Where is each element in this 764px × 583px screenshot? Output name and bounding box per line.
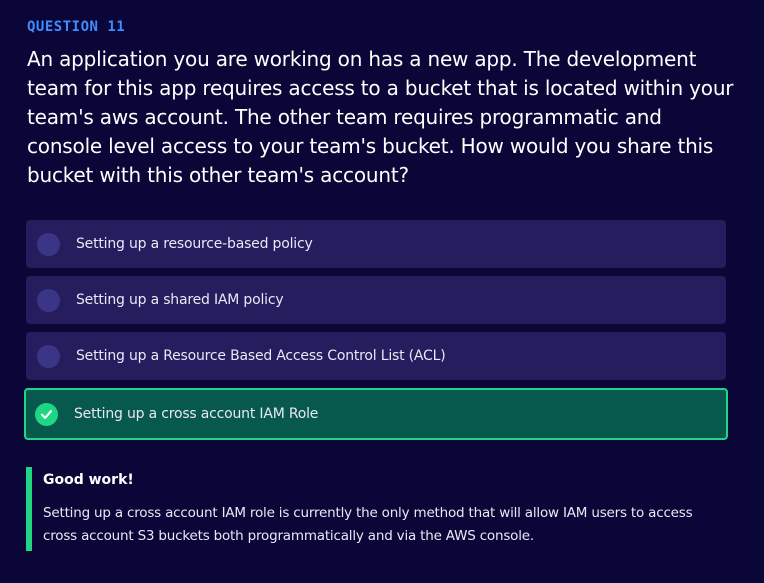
- radio-unchecked-icon: [37, 288, 60, 312]
- question-text: An application you are working on has a …: [27, 47, 734, 187]
- feedback-title: Good work!: [43, 472, 134, 488]
- feedback-panel: Good work! Setting up a cross account IA…: [26, 467, 726, 551]
- answer-option-2[interactable]: Setting up a shared IAM policy: [26, 276, 726, 324]
- answer-option-label: Setting up a cross account IAM Role: [74, 406, 319, 422]
- answer-option-3[interactable]: Setting up a Resource Based Access Contr…: [26, 332, 726, 380]
- answer-option-label: Setting up a Resource Based Access Contr…: [76, 348, 446, 364]
- answer-option-label: Setting up a shared IAM policy: [76, 292, 284, 308]
- answer-option-4-selected[interactable]: Setting up a cross account IAM Role: [24, 388, 728, 440]
- question-number-label: QUESTION 11: [27, 19, 126, 35]
- check-circle-icon: [35, 402, 58, 426]
- answer-options: Setting up a resource-based policy Setti…: [24, 220, 728, 448]
- answer-option-1[interactable]: Setting up a resource-based policy: [26, 220, 726, 268]
- radio-unchecked-icon: [37, 232, 60, 256]
- radio-unchecked-icon: [37, 344, 60, 368]
- checkmark-icon: [40, 409, 53, 419]
- feedback-explanation: Setting up a cross account IAM role is c…: [43, 505, 693, 544]
- answer-option-label: Setting up a resource-based policy: [76, 236, 313, 252]
